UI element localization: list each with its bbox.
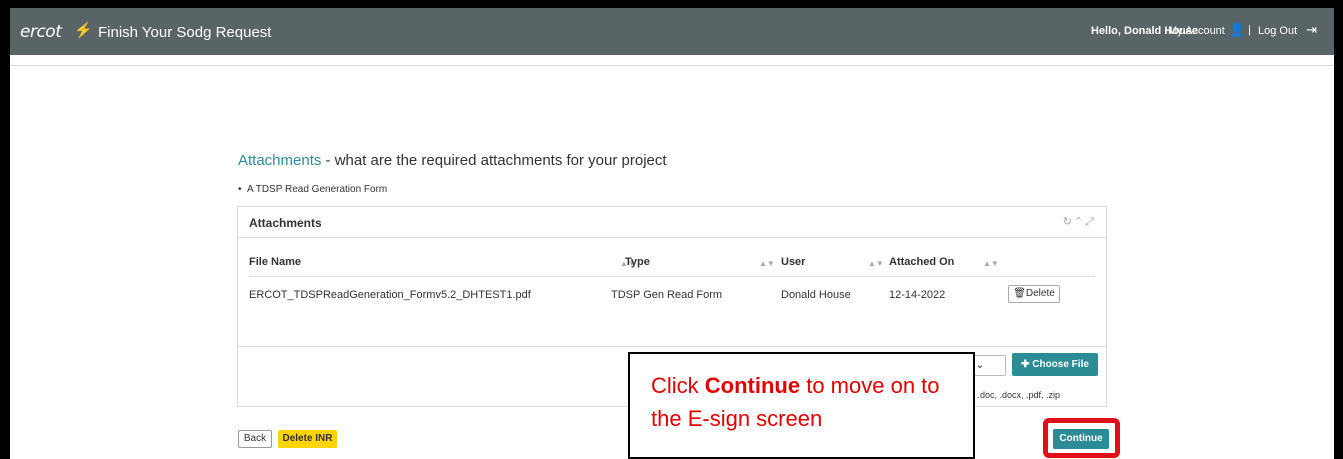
table-header-divider [249, 276, 1095, 277]
callout-text-pre: Click [651, 373, 705, 398]
section-heading: Attachments - what are the required atta… [238, 152, 667, 169]
logout-link[interactable]: Log Out [1258, 25, 1297, 37]
instruction-callout: Click Continue to move on to the E-sign … [628, 352, 975, 459]
my-account-link[interactable]: My Account [1168, 25, 1225, 37]
delete-attachment-button[interactable]: 🗑Delete [1008, 285, 1060, 303]
file-name-cell: ERCOT_TDSPReadGeneration_Formv5.2_DHTEST… [249, 289, 531, 301]
allowed-file-types: z, .doc, .docx, .pdf, .zip [968, 390, 1061, 400]
user-icon[interactable]: 👤 [1229, 22, 1245, 38]
panel-title: Attachments [249, 216, 322, 230]
refresh-icon[interactable]: ↻ [1063, 216, 1074, 228]
ercot-logo[interactable]: ercot [20, 22, 62, 42]
panel-divider [238, 237, 1106, 238]
sort-icon[interactable]: ▲▼ [759, 259, 775, 268]
type-cell: TDSP Gen Read Form [611, 289, 723, 301]
collapse-icon[interactable]: ⌃ [1074, 216, 1085, 228]
subheader-divider [10, 65, 1334, 66]
chevron-down-icon: ⌄ [975, 359, 985, 371]
choose-file-button[interactable]: ✚ Choose File [1012, 353, 1098, 376]
callout-text-bold: Continue [704, 373, 801, 398]
column-header-type[interactable]: Type [625, 256, 650, 268]
top-bar: ercot ⚡ Finish Your Sodg Request Hello, … [10, 8, 1334, 55]
column-header-user[interactable]: User [781, 256, 805, 268]
section-heading-accent: Attachments [238, 152, 322, 169]
bolt-logo-icon: ⚡ [74, 22, 93, 39]
back-button[interactable]: Back [238, 430, 272, 448]
logout-icon[interactable]: ⇥ [1306, 22, 1317, 38]
requirement-item: A TDSP Read Generation Form [238, 184, 387, 195]
column-header-file-name[interactable]: File Name [249, 256, 301, 268]
user-cell: Donald House [781, 289, 851, 301]
expand-icon[interactable]: ⤢ [1085, 216, 1096, 228]
attached-on-cell: 12-14-2022 [889, 289, 946, 301]
plus-icon: ✚ [1021, 359, 1033, 370]
choose-file-label: Choose File [1032, 359, 1089, 370]
continue-button[interactable]: Continue [1053, 429, 1109, 449]
page-title: Finish Your Sodg Request [98, 24, 272, 41]
delete-label: Delete [1025, 288, 1055, 299]
header-separator: | [1248, 24, 1251, 36]
trash-icon: 🗑 [1013, 288, 1026, 299]
sort-icon[interactable]: ▲▼ [868, 259, 884, 268]
panel-divider [238, 346, 1106, 347]
panel-tools: ↻⌃⤢ [1063, 215, 1096, 229]
sort-icon[interactable]: ▲▼ [983, 259, 999, 268]
section-heading-text: - what are the required attachments for … [321, 152, 667, 169]
delete-inr-button[interactable]: Delete INR [278, 430, 337, 448]
column-header-attached-on[interactable]: Attached On [889, 256, 954, 268]
